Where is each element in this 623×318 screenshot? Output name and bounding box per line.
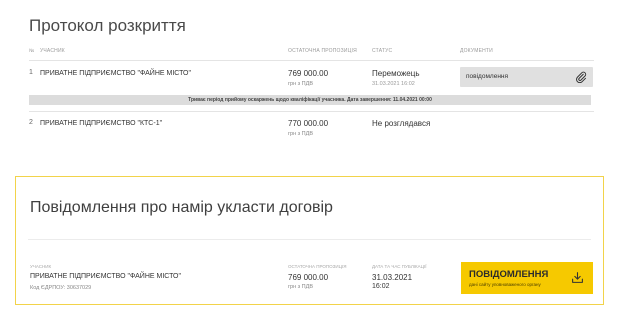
complaint-period-notice: Триває період прийому оскаржень щодо ква… — [29, 95, 591, 105]
row-number: 2 — [29, 119, 33, 126]
label-offer: остаточна пропозиція — [288, 264, 347, 269]
column-header-documents: документи — [460, 48, 493, 54]
protocol-title: Протокол розкриття — [29, 16, 186, 35]
column-header-participant: учасник — [40, 48, 65, 54]
header-divider — [29, 60, 594, 61]
protocol-card: Протокол розкриття № учасник остаточна п… — [15, 0, 608, 148]
winner-amount: 769 000.00 — [288, 273, 329, 282]
offer-amount: 770 000.00 — [288, 119, 329, 128]
status-badge: Не розглядався — [372, 119, 431, 128]
notification-download-button[interactable]: ПОВІДОМЛЕННЯ дані сайту уповноваженого о… — [461, 262, 593, 294]
download-icon — [572, 272, 583, 283]
edrpou-code: Код ЄДРПОУ: 30637029 — [30, 285, 92, 291]
status-date: 31.03.2021 16:02 — [372, 81, 415, 87]
notice-text: Триває період прийому оскаржень щодо ква… — [188, 97, 432, 103]
notification-button-title: ПОВІДОМЛЕННЯ — [469, 269, 549, 280]
offer-amount: 769 000.00 — [288, 69, 329, 78]
label-participant: учасник — [30, 264, 52, 269]
offer-vat: грн з ПДВ — [288, 131, 314, 137]
row-divider — [29, 111, 594, 112]
column-header-status: статус — [372, 48, 393, 54]
winner-name: ПРИВАТНЕ ПІДПРИЄМСТВО "ФАЙНЕ МІСТО" — [30, 273, 181, 280]
intention-divider — [28, 239, 591, 240]
offer-vat: грн з ПДВ — [288, 81, 314, 87]
intention-title: Повідомлення про намір укласти договір — [30, 199, 333, 216]
column-header-num: № — [29, 48, 35, 54]
participant-name: ПРИВАТНЕ ПІДПРИЄМСТВО "ФАЙНЕ МІСТО" — [40, 70, 191, 77]
contract-intention-card: Повідомлення про намір укласти договір у… — [15, 176, 604, 305]
status-badge: Переможець — [372, 69, 420, 78]
document-button-label: повідомлення — [466, 73, 509, 80]
publish-time: 16:02 — [372, 283, 390, 290]
notification-button-subtitle: дані сайту уповноваженого органу — [469, 282, 541, 287]
winner-vat: грн з ПДВ — [288, 284, 314, 290]
publish-date: 31.03.2021 — [372, 273, 413, 282]
notification-document-button[interactable]: повідомлення — [460, 67, 593, 87]
row-number: 1 — [29, 69, 33, 76]
participant-name: ПРИВАТНЕ ПІДПРИЄМСТВО "КТС-1" — [40, 120, 163, 127]
column-header-offer: остаточна пропозиція — [288, 48, 357, 54]
label-published: дата та час публікації — [372, 264, 427, 269]
paperclip-icon — [576, 71, 587, 83]
